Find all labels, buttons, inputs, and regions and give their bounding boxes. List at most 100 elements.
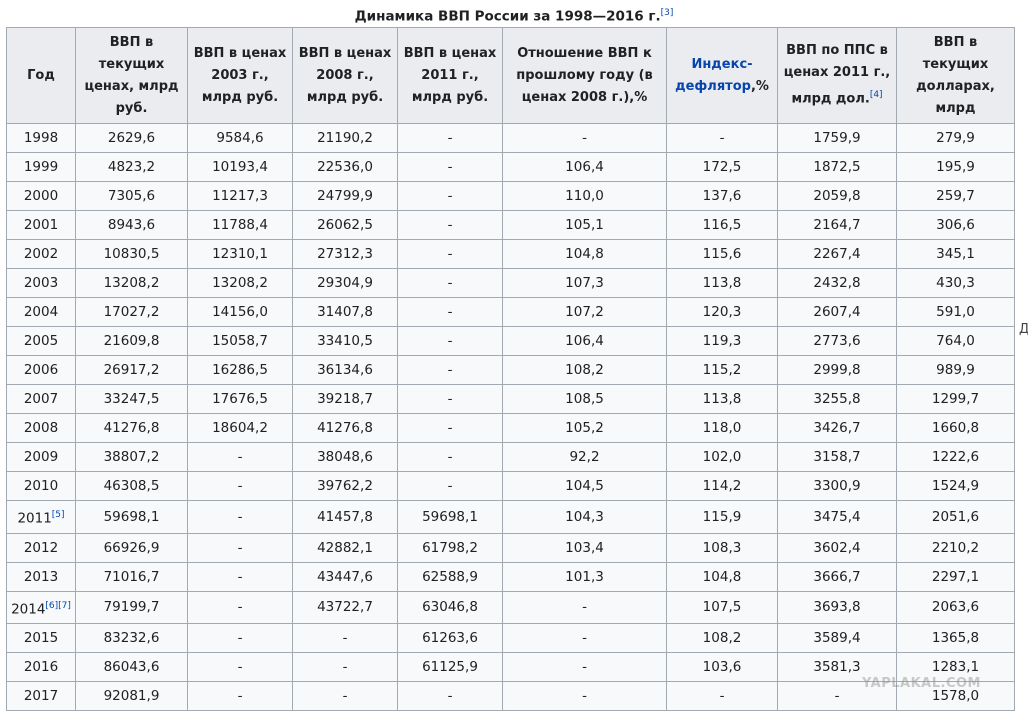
- value-cell: 62588,9: [397, 561, 503, 592]
- table-row: 2001 8943,6 11788,4 26062,5-105,1 116,5 2164,…: [6, 210, 1015, 240]
- value-cell: 115,2: [666, 355, 778, 385]
- value-cell: 3475,4: [777, 500, 897, 534]
- value-cell: 102,0: [666, 442, 778, 472]
- value-cell: 42882,1: [292, 532, 398, 563]
- value-cell: 17027,2: [75, 297, 188, 327]
- value-cell: 114,2: [666, 471, 778, 501]
- table-row: 2012 66926,9-42882,1 61798,2 103,4 108,3 3602…: [6, 532, 1015, 563]
- year-cell: 2003: [6, 268, 76, 298]
- value-cell: 21190,2: [292, 123, 398, 153]
- value-cell: 15058,7: [187, 326, 293, 356]
- year-label: 1999: [23, 159, 59, 175]
- value-cell: 137,6: [666, 181, 778, 211]
- year-label: 2005: [23, 333, 59, 349]
- value-cell: 86043,6: [75, 652, 188, 682]
- value-cell: 1759,9: [777, 123, 897, 153]
- value-cell: 24799,9: [292, 181, 398, 211]
- value-cell: -: [397, 123, 503, 153]
- value-cell: 4823,2: [75, 152, 188, 182]
- value-cell: 83232,6: [75, 623, 188, 653]
- column-header-suffix: ,%: [750, 78, 769, 94]
- value-cell: 2267,4: [777, 239, 897, 269]
- value-cell: 1578,0: [896, 681, 1015, 711]
- gdp-table: Год ВВП в текущих ценах, млрд руб. ВВП в ц…: [6, 27, 1015, 711]
- value-cell: 46308,5: [75, 471, 188, 501]
- year-reference-link[interactable]: [6][7]: [45, 601, 71, 611]
- year-label: 2008: [23, 420, 59, 436]
- value-cell: -: [502, 123, 667, 153]
- year-label: 2002: [23, 246, 59, 262]
- table-row: 2017 92081,9- - - - - -1578,0: [6, 681, 1015, 711]
- value-cell: 2297,1: [896, 561, 1015, 592]
- year-label: 2015: [23, 630, 59, 646]
- value-cell: 115,9: [666, 500, 778, 534]
- value-cell: -: [666, 123, 778, 153]
- value-cell: 2164,7: [777, 210, 897, 240]
- value-cell: -: [187, 442, 293, 472]
- table-row: 1998 2629,6 9584,6 21190,2- - -1759,9 279,9: [6, 123, 1015, 153]
- value-cell: 7305,6: [75, 181, 188, 211]
- value-cell: 13208,2: [187, 268, 293, 298]
- value-cell: 3581,3: [777, 652, 897, 682]
- value-cell: 17676,5: [187, 384, 293, 414]
- value-cell: 1524,9: [896, 471, 1015, 501]
- value-cell: -: [397, 384, 503, 414]
- value-cell: 10830,5: [75, 239, 188, 269]
- value-cell: 1299,7: [896, 384, 1015, 414]
- table-row: 1999 4823,2 10193,4 22536,0-106,4 172,5 1872,…: [6, 152, 1015, 182]
- value-cell: 107,5: [666, 590, 778, 624]
- value-cell: 105,2: [502, 413, 667, 443]
- value-cell: -: [397, 210, 503, 240]
- table-title: Динамика ВВП России за 1998—2016 г.: [354, 8, 661, 25]
- value-cell: -: [397, 297, 503, 327]
- value-cell: -: [397, 326, 503, 356]
- year-cell: 2014[6][7]: [6, 590, 76, 624]
- value-cell: 33410,5: [292, 326, 398, 356]
- value-cell: 103,6: [666, 652, 778, 682]
- year-label: 2000: [23, 188, 59, 204]
- column-header-label: Отношение ВВП к прошлому году (в ценах 2…: [516, 45, 653, 105]
- value-cell: 2773,6: [777, 326, 897, 356]
- table-row: 2004 17027,2 14156,0 31407,8-107,2 120,3 2607…: [6, 297, 1015, 327]
- header-reference-link[interactable]: [4]: [870, 90, 883, 100]
- value-cell: 279,9: [896, 123, 1015, 153]
- table-row: 2013 71016,7-43447,6 62588,9 101,3 104,8 3666…: [6, 561, 1015, 592]
- table-row: 2014[6][7] 79199,7-43722,7 63046,8-107,5 36…: [6, 590, 1015, 624]
- value-cell: 92,2: [502, 442, 667, 472]
- value-cell: 120,3: [666, 297, 778, 327]
- column-header-label: ВВП в ценах 2008 г., млрд руб.: [298, 45, 392, 105]
- table-row: 2011[5] 59698,1-41457,8 59698,1 104,3 115,9 3…: [6, 500, 1015, 534]
- year-label: 2011: [17, 510, 52, 527]
- table-body: 1998 2629,6 9584,6 21190,2- - -1759,9 279,9 199…: [6, 123, 1015, 711]
- value-cell: 108,5: [502, 384, 667, 414]
- value-cell: 79199,7: [75, 590, 188, 624]
- cropped-edge-text: Д: [1019, 322, 1028, 337]
- year-label: 2006: [23, 362, 59, 378]
- year-cell: 2005: [6, 326, 76, 356]
- title-reference-link[interactable]: [3]: [661, 8, 674, 18]
- value-cell: 106,4: [502, 152, 667, 182]
- value-cell: 22536,0: [292, 152, 398, 182]
- value-cell: 29304,9: [292, 268, 398, 298]
- table-row: 2008 41276,8 18604,2 41276,8-105,2 118,0 3426…: [6, 413, 1015, 443]
- value-cell: -: [397, 239, 503, 269]
- column-header-7[interactable]: Индекс-дефлятор,%: [666, 27, 778, 124]
- value-cell: 71016,7: [75, 561, 188, 592]
- value-cell: 33247,5: [75, 384, 188, 414]
- value-cell: 103,4: [502, 532, 667, 563]
- value-cell: 2629,6: [75, 123, 188, 153]
- year-reference-link[interactable]: [5]: [52, 510, 65, 520]
- year-cell: 2013: [6, 561, 76, 592]
- value-cell: 306,6: [896, 210, 1015, 240]
- deflator-index-link[interactable]: Индекс-дефлятор: [675, 57, 752, 94]
- table-row: 2009 38807,2-38048,6-92,2 102,0 3158,7 1222,…: [6, 442, 1015, 472]
- year-cell: 1999: [6, 152, 76, 182]
- year-label: 2013: [23, 568, 59, 585]
- year-label: 2004: [23, 304, 59, 320]
- value-cell: 1222,6: [896, 442, 1015, 472]
- value-cell: -: [187, 652, 293, 682]
- value-cell: 38807,2: [75, 442, 188, 472]
- year-label: 2003: [23, 275, 59, 291]
- value-cell: 11217,3: [187, 181, 293, 211]
- value-cell: 3589,4: [777, 623, 897, 653]
